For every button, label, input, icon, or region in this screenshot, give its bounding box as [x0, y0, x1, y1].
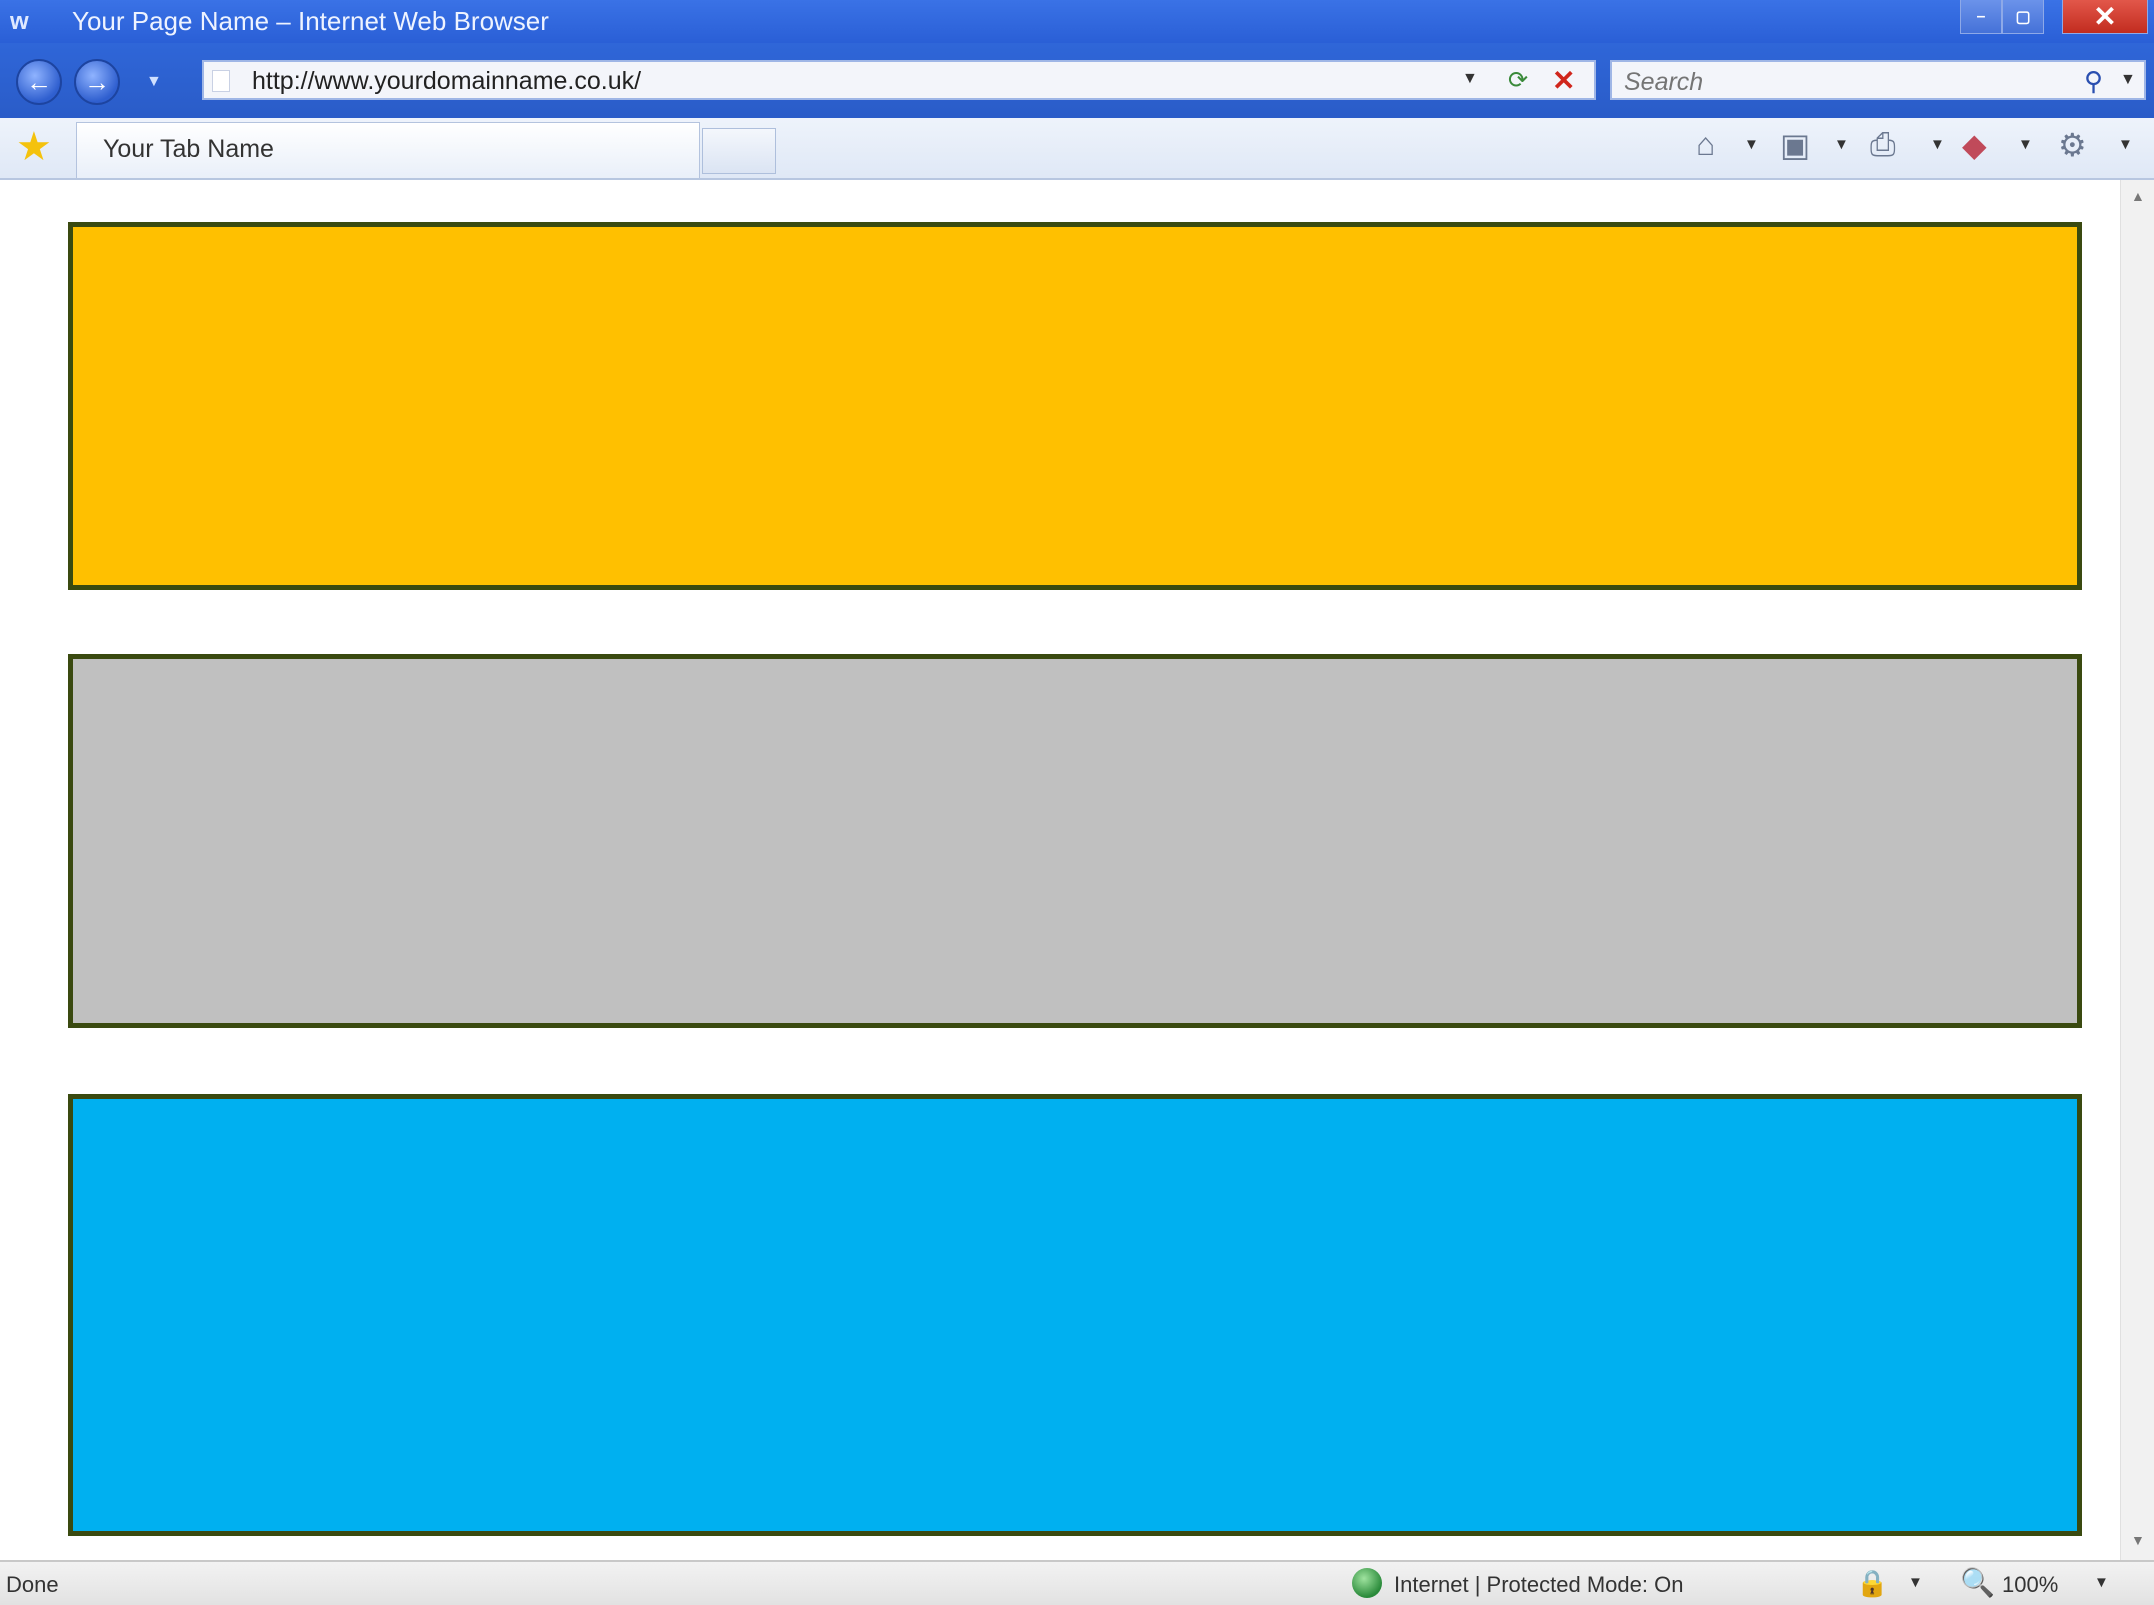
- refresh-icon[interactable]: ⟳: [1508, 66, 1528, 95]
- zoom-magnifier-icon[interactable]: 🔍: [1960, 1566, 1995, 1599]
- minimize-button[interactable]: –: [1960, 0, 2002, 34]
- search-icon[interactable]: ⚲: [2084, 66, 2103, 97]
- home-dropdown-icon[interactable]: ▼: [1744, 136, 1759, 153]
- page-content: [0, 180, 2120, 1560]
- maximize-button[interactable]: ▢: [2002, 0, 2044, 34]
- print-icon[interactable]: ⎙: [1870, 126, 1896, 164]
- vertical-scrollbar[interactable]: ▲ ▼: [2120, 180, 2154, 1560]
- app-icon: w: [10, 8, 29, 35]
- internet-zone-globe-icon: [1352, 1568, 1382, 1598]
- lock-dropdown-icon[interactable]: ▼: [1908, 1574, 1923, 1591]
- title-bar: w Your Page Name – Internet Web Browser …: [0, 0, 2154, 43]
- search-input[interactable]: [1622, 67, 2046, 98]
- status-bar: Done Internet | Protected Mode: On 🔒 ▼ 🔍…: [0, 1560, 2154, 1605]
- stop-icon[interactable]: ✕: [1552, 64, 1575, 97]
- yellow-panel: [68, 222, 2082, 590]
- favorites-star-icon[interactable]: ★: [16, 124, 52, 170]
- tab-label: Your Tab Name: [103, 135, 274, 163]
- gray-panel: [68, 654, 2082, 1028]
- page-icon: [212, 70, 230, 92]
- scroll-up-arrow-icon[interactable]: ▲: [2131, 188, 2145, 204]
- new-tab-button[interactable]: [702, 128, 776, 174]
- tools-dropdown-icon[interactable]: ▼: [2118, 136, 2133, 153]
- address-dropdown-icon[interactable]: ▼: [1462, 70, 1478, 88]
- status-text: Done: [6, 1572, 59, 1597]
- tab-your-tab-name[interactable]: Your Tab Name: [76, 122, 700, 178]
- blue-panel: [68, 1094, 2082, 1536]
- scroll-down-arrow-icon[interactable]: ▼: [2131, 1532, 2145, 1548]
- tools-gear-icon[interactable]: ⚙: [2058, 126, 2087, 164]
- tab-bar: ★ Your Tab Name ⌂ ▼ ▣ ▼ ⎙ ▼ ◆ ▼ ⚙ ▼: [0, 118, 2154, 180]
- history-dropdown-icon[interactable]: ▼: [146, 73, 162, 91]
- navigation-bar: ← → ▼ http://www.yourdomainname.co.uk/ ▼…: [0, 43, 2154, 118]
- page-dropdown-icon[interactable]: ▼: [2018, 136, 2033, 153]
- page-icon[interactable]: ◆: [1962, 126, 1987, 164]
- search-box[interactable]: ⚲ ▼: [1610, 60, 2146, 100]
- feeds-dropdown-icon[interactable]: ▼: [1834, 136, 1849, 153]
- window-title: Your Page Name – Internet Web Browser: [72, 6, 549, 36]
- security-zone-text[interactable]: Internet | Protected Mode: On: [1394, 1572, 1683, 1598]
- print-dropdown-icon[interactable]: ▼: [1930, 136, 1945, 153]
- back-button[interactable]: ←: [16, 59, 62, 105]
- url-text[interactable]: http://www.yourdomainname.co.uk/: [252, 67, 641, 96]
- search-dropdown-icon[interactable]: ▼: [2120, 71, 2136, 89]
- home-icon[interactable]: ⌂: [1696, 126, 1715, 163]
- address-bar[interactable]: http://www.yourdomainname.co.uk/ ▼ ⟳ ✕: [202, 60, 1596, 100]
- close-button[interactable]: ✕: [2062, 0, 2148, 34]
- lock-icon[interactable]: 🔒: [1856, 1568, 1888, 1599]
- zoom-level[interactable]: 100%: [2002, 1572, 2058, 1598]
- zoom-dropdown-icon[interactable]: ▼: [2094, 1574, 2109, 1591]
- forward-button[interactable]: →: [74, 59, 120, 105]
- feeds-icon[interactable]: ▣: [1780, 126, 1810, 164]
